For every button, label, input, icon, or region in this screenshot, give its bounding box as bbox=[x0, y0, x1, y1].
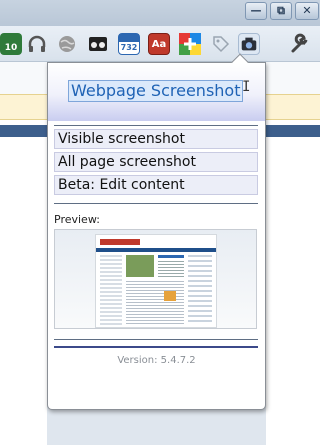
page-background-left bbox=[0, 120, 47, 445]
preview-thumbnail[interactable] bbox=[54, 229, 257, 329]
version-label: Version: 5.4.7.2 bbox=[117, 355, 196, 366]
thumbnail-headline bbox=[158, 255, 184, 258]
thumbnail-ad bbox=[164, 291, 176, 301]
divider-bottom bbox=[54, 346, 258, 348]
globe-icon[interactable] bbox=[56, 33, 78, 55]
thumbnail-logo bbox=[100, 239, 140, 245]
page-blue-bar-right bbox=[266, 125, 320, 137]
thumbnail-content bbox=[126, 281, 184, 325]
window-titlebar: — ⧉ ✕ bbox=[0, 0, 320, 26]
text-cursor-icon: I bbox=[242, 79, 251, 95]
preview-label: Preview: bbox=[54, 213, 100, 226]
maximize-button[interactable]: ⧉ bbox=[270, 2, 292, 20]
extension-toolbar: 10 732 Aa bbox=[0, 26, 320, 62]
divider-lower bbox=[54, 339, 258, 340]
page-background-right bbox=[266, 120, 320, 445]
calendar-badge-count: 10 bbox=[4, 43, 18, 53]
edit-content-button[interactable]: Beta: Edit content bbox=[54, 175, 258, 195]
thumbnail-text bbox=[158, 261, 184, 277]
screenshot-popup: Webpage Screenshot I Visible screenshot … bbox=[47, 53, 266, 410]
plus-icon[interactable] bbox=[179, 33, 201, 55]
thumbnail-navbar bbox=[96, 248, 216, 252]
headphones-icon[interactable] bbox=[26, 33, 48, 55]
divider-top bbox=[54, 125, 258, 126]
thumbnail-page bbox=[95, 234, 217, 328]
wrench-icon[interactable] bbox=[287, 33, 309, 55]
tag-icon[interactable] bbox=[210, 33, 232, 55]
page-blue-bar-left bbox=[0, 125, 47, 137]
all-page-screenshot-button[interactable]: All page screenshot bbox=[54, 152, 258, 172]
dictionary-icon[interactable]: Aa bbox=[148, 33, 170, 55]
divider-middle bbox=[54, 203, 258, 204]
calendar-badge-icon[interactable]: 10 bbox=[0, 33, 22, 55]
popup-title[interactable]: Webpage Screenshot bbox=[68, 80, 244, 102]
thumbnail-photo bbox=[126, 255, 154, 277]
calendar-732-label: 732 bbox=[120, 43, 138, 52]
thumbnail-left-column bbox=[100, 255, 122, 325]
dictionary-label: Aa bbox=[151, 39, 167, 50]
calendar-header bbox=[119, 34, 139, 42]
visible-screenshot-button[interactable]: Visible screenshot bbox=[54, 129, 258, 149]
minimize-button[interactable]: — bbox=[245, 2, 267, 20]
close-button[interactable]: ✕ bbox=[295, 2, 319, 20]
binoculars-icon[interactable] bbox=[87, 33, 109, 55]
thumbnail-sidebar bbox=[188, 255, 212, 325]
camera-icon[interactable] bbox=[238, 33, 260, 55]
calendar-732-icon[interactable]: 732 bbox=[118, 33, 140, 55]
popup-header: Webpage Screenshot I bbox=[48, 63, 265, 121]
